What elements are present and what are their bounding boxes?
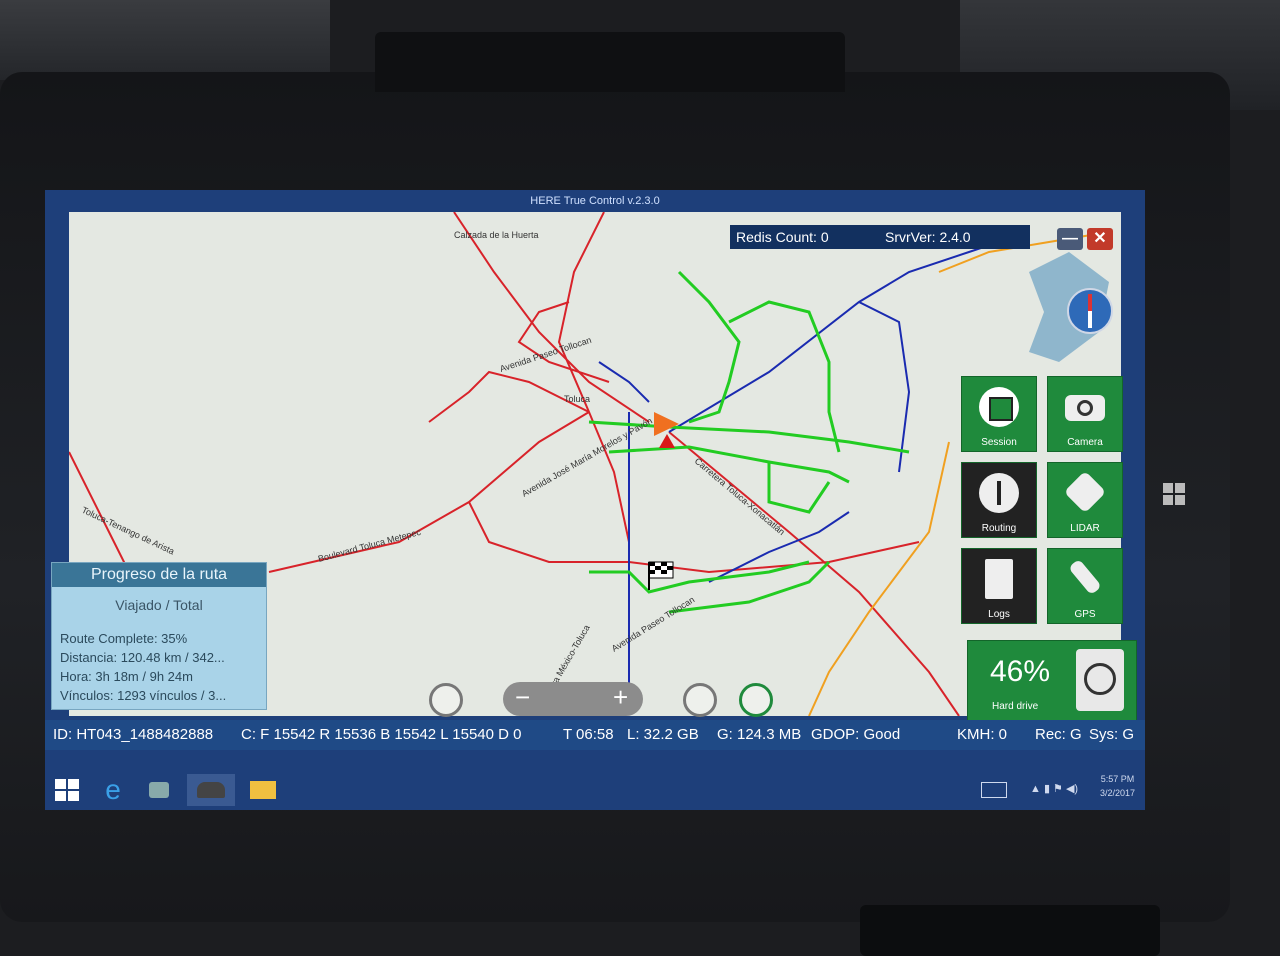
route-traveled xyxy=(677,270,741,424)
elapsed-time: T 06:58 xyxy=(563,726,614,743)
gps-storage: G: 124.3 MB xyxy=(717,726,802,743)
document-icon xyxy=(985,559,1013,599)
file-explorer-icon[interactable] xyxy=(245,774,281,806)
true-control-app-icon[interactable] xyxy=(187,774,235,806)
satellite-icon xyxy=(1068,558,1102,596)
highway-red-road xyxy=(468,501,629,563)
camera-icon xyxy=(1065,395,1105,421)
zoom-in-button[interactable]: + xyxy=(613,682,628,713)
route-traveled xyxy=(608,445,850,484)
app-icon[interactable] xyxy=(141,774,177,806)
links-progress: Vínculos: 1293 vínculos / 3... xyxy=(60,688,227,703)
road-label: Calzada de la Huerta xyxy=(454,230,539,240)
progress-subtitle: Viajado / Total xyxy=(115,597,203,613)
hard-drive-label: Hard drive xyxy=(992,701,1039,712)
tile-label: GPS xyxy=(1074,609,1096,620)
route-progress-panel: Progreso de la ruta Viajado / Total Rout… xyxy=(51,562,267,710)
highway-red-road xyxy=(268,411,590,573)
road-label: Toluca-Tenango de Arista xyxy=(80,505,176,557)
session-button[interactable]: Session xyxy=(961,376,1037,452)
city-label: Toluca xyxy=(564,394,590,404)
logs-button[interactable]: Logs xyxy=(961,548,1037,624)
clock-date: 3/2/2017 xyxy=(1099,788,1135,798)
internet-explorer-icon[interactable]: e xyxy=(95,774,131,806)
taskbar-clock[interactable]: 5:57 PM 3/2/2017 xyxy=(1100,772,1135,800)
tablet-mount-base xyxy=(860,905,1160,956)
lidar-button[interactable]: LIDAR xyxy=(1047,462,1123,538)
tile-label: LIDAR xyxy=(1070,523,1100,534)
routing-sign-icon xyxy=(979,473,1019,513)
hard-drive-percent: 46% xyxy=(990,655,1051,688)
clock-time: 5:57 PM xyxy=(1100,774,1135,784)
keyboard-icon[interactable] xyxy=(981,782,1007,798)
road-label: Avenida Paseo Tollocan xyxy=(610,594,696,653)
camera-button[interactable]: Camera xyxy=(1047,376,1123,452)
tablet-screen: HERE True Control v.2.3.0 Calzada de la … xyxy=(45,190,1145,810)
routing-button[interactable]: Routing xyxy=(961,462,1037,538)
tile-label: Routing xyxy=(981,523,1017,534)
distance: Distancia: 120.48 km / 342... xyxy=(60,650,225,665)
road-label: Boulevard Toluca Metepec xyxy=(317,527,422,564)
hard-drive-status[interactable]: 46% Hard drive xyxy=(967,640,1137,722)
road-label: Avenida Paseo Tollocan xyxy=(499,335,593,374)
car-follow-icon[interactable] xyxy=(739,683,773,717)
status-bar: ID: HT043_1488482888 C: F 15542 R 15536 … xyxy=(45,720,1145,750)
zoom-out-button[interactable]: − xyxy=(515,682,530,713)
session-id: ID: HT043_1488482888 xyxy=(53,726,214,743)
zoom-control: − + xyxy=(503,682,643,716)
redis-count: Redis Count: 0 xyxy=(736,229,829,245)
road-label: Carretera Toluca-Xonacatlán xyxy=(693,456,787,537)
tile-label: Camera xyxy=(1067,437,1103,448)
start-button-icon[interactable] xyxy=(49,774,85,806)
road-label: Avenida José María Morelos y Pavón xyxy=(520,416,654,499)
frame-counts: C: F 15542 R 15536 B 15542 L 15540 D 0 xyxy=(241,726,522,743)
windows-taskbar: e ▲ ▮ ⚑ ◀) 5:57 PM 3/2/2017 xyxy=(45,770,1145,810)
rec-status: Rec: G xyxy=(1035,726,1082,743)
sys-status: Sys: G xyxy=(1089,726,1135,743)
highway-red-road xyxy=(453,212,650,423)
hard-drive-icon xyxy=(1076,649,1124,711)
square-stop-icon xyxy=(979,387,1019,427)
windows-button-icon[interactable] xyxy=(1162,482,1186,506)
crosshair-icon[interactable] xyxy=(683,683,717,717)
minimize-button[interactable]: — xyxy=(1057,228,1083,250)
gdop-status: GDOP: Good xyxy=(811,726,901,743)
server-version: SrvrVer: 2.4.0 xyxy=(885,229,971,245)
car-vent-left xyxy=(0,0,330,80)
tile-label: Logs xyxy=(988,609,1010,620)
vehicle-position-marker xyxy=(654,412,679,436)
time-progress: Hora: 3h 18m / 9h 24m xyxy=(60,669,193,684)
location-pin-icon[interactable] xyxy=(429,683,463,717)
compass-icon[interactable] xyxy=(1067,288,1113,334)
tablet-mount-clip xyxy=(375,32,845,92)
gps-button[interactable]: GPS xyxy=(1047,548,1123,624)
tile-label: Session xyxy=(981,437,1017,448)
server-info-bar: Redis Count: 0 SrvrVer: 2.4.0 xyxy=(730,225,1030,249)
speed-kmh: KMH: 0 xyxy=(957,726,1008,743)
close-button[interactable]: ✕ xyxy=(1087,228,1113,250)
local-storage: L: 32.2 GB xyxy=(627,726,699,743)
lidar-icon xyxy=(1063,470,1107,514)
progress-title: Progreso de la ruta xyxy=(52,563,266,587)
route-complete: Route Complete: 35% xyxy=(60,631,188,646)
window-title: HERE True Control v.2.3.0 xyxy=(530,195,660,207)
tray-icons[interactable]: ▲ ▮ ⚑ ◀) xyxy=(1030,782,1078,795)
